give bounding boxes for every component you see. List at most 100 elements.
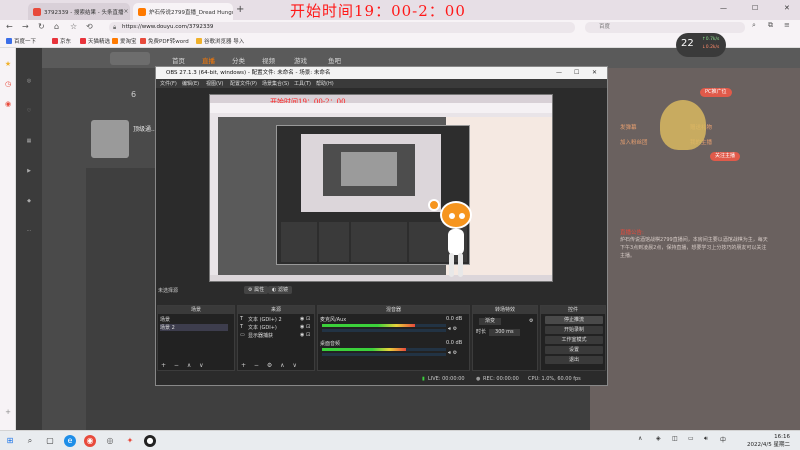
obs-icon[interactable]: ● (144, 435, 156, 447)
nav-video[interactable]: 视频 (262, 55, 275, 65)
reload-icon[interactable]: ↻ (38, 22, 45, 31)
tab-search-results[interactable]: 3792339 - 搜索结果 - 头条直播 × (28, 3, 130, 20)
streamer-name[interactable]: 顶级通... (133, 124, 157, 133)
tab-douyu-stream[interactable]: 炉石传说2799直播_Dread Hungu... × (133, 3, 233, 20)
desktop-volume-slider[interactable] (322, 353, 446, 356)
nav-more-icon[interactable]: ⋯ (19, 228, 39, 248)
browser-icon[interactable]: ✦ (124, 435, 136, 447)
desktop-mute-icon[interactable]: 🔊︎ ⚙ (448, 350, 457, 356)
volume-icon[interactable]: 🔊︎ (704, 435, 708, 443)
duration-input[interactable]: 300 ms (489, 329, 520, 336)
history-icon[interactable]: ⟲ (86, 22, 93, 31)
minimize-icon[interactable]: — (556, 67, 562, 79)
bookmark-item[interactable]: 爱淘宝 (112, 37, 137, 45)
nav-follow-icon[interactable]: ♡ (19, 108, 39, 128)
chrome-icon[interactable]: ◉ (84, 435, 96, 447)
network-icon[interactable]: ▭ (688, 435, 694, 442)
nav-category[interactable]: 分类 (232, 55, 245, 65)
new-tab-button[interactable]: + (236, 4, 244, 15)
history-side-icon[interactable]: ◷ (4, 80, 12, 88)
start-recording-button[interactable]: 开始录制 (545, 326, 603, 334)
menu-edit[interactable]: 编辑(E) (182, 80, 199, 87)
menu-help[interactable]: 帮助(H) (316, 80, 334, 87)
scene-item[interactable]: 场景 (160, 316, 170, 323)
bookmark-item[interactable]: 谷歌浏览器 导入 (196, 37, 244, 45)
favorites-icon[interactable]: ★ (4, 60, 12, 68)
source-item[interactable]: 文本 (GDI+) 2 (248, 316, 282, 323)
mic-mute-icon[interactable]: 🔊︎ ⚙ (448, 326, 457, 332)
close-icon[interactable]: ✕ (592, 67, 597, 79)
visibility-eye-icon[interactable]: ◉ ⊡ (300, 316, 310, 322)
bookmark-item[interactable]: 天猫精选 (80, 37, 110, 45)
stop-streaming-button[interactable]: 停止推流 (545, 316, 603, 324)
forward-icon[interactable]: → (22, 22, 29, 31)
source-item[interactable]: 文本 (GDI+) (248, 324, 277, 331)
nav-home[interactable]: 首页 (172, 55, 185, 65)
visibility-eye-icon[interactable]: ◉ ⊡ (300, 332, 310, 338)
menu-icon[interactable]: ≡ (784, 21, 790, 29)
avatar[interactable] (91, 120, 129, 158)
start-icon[interactable]: ⊞ (4, 435, 16, 447)
menu-tools[interactable]: 工具(T) (294, 80, 311, 87)
studio-mode-button[interactable]: 工作室模式 (545, 336, 603, 344)
star-icon[interactable]: ☆ (70, 22, 77, 31)
search-input[interactable]: 百度 (585, 22, 745, 33)
filters-button[interactable]: ◐ 滤镜 (268, 286, 292, 294)
nav-category-icon[interactable]: ▦ (19, 138, 39, 158)
maximize-icon[interactable]: ☐ (752, 4, 758, 12)
maximize-icon[interactable]: ☐ (574, 67, 579, 79)
source-tools[interactable]: + − ⚙ ∧ ∨ (241, 362, 300, 369)
source-item[interactable]: 显示器捕获 (248, 332, 273, 339)
menu-scene-collection[interactable]: 场景集合(S) (262, 80, 289, 87)
close-window-icon[interactable]: ✕ (784, 4, 790, 12)
steam-icon[interactable]: ◎ (104, 435, 116, 447)
ime-icon[interactable]: 中 (720, 435, 726, 444)
weibo-icon[interactable]: ◉ (4, 100, 12, 108)
scene-item[interactable]: 场景 2 (160, 324, 229, 331)
nav-game[interactable]: 游戏 (294, 55, 307, 65)
send-danmu-label[interactable]: 发弹幕 (620, 123, 637, 131)
transition-settings-icon[interactable]: ⚙ (529, 318, 533, 324)
nav-game-icon[interactable]: ◆ (19, 198, 39, 218)
exit-button[interactable]: 退出 (545, 356, 603, 364)
tray-app-icon[interactable]: ◈ (656, 435, 661, 442)
properties-button[interactable]: ⚙ 属性 (244, 286, 269, 294)
system-clock[interactable]: 16:16 2022/4/5 星期二 (747, 433, 790, 449)
robot-eye (449, 213, 455, 219)
windows-taskbar: ⊞ ⌕ ▢ e ◉ ◎ ✦ ● ∧ ◈ ◫ ▭ 🔊︎ 中 16:16 2022/… (0, 430, 800, 450)
task-view-icon[interactable]: ▢ (44, 435, 56, 447)
extensions-icon[interactable]: ⧉ (768, 21, 773, 30)
nav-video-icon[interactable]: ▶ (19, 168, 39, 188)
scenes-dock: 场景 场景 场景 2 + − ∧ ∨ (157, 305, 235, 371)
home-icon[interactable]: ⌂ (54, 22, 59, 31)
menu-profile[interactable]: 配置文件(P) (230, 80, 257, 87)
obs-preview[interactable]: 开始时间19：00-2：00 (209, 94, 553, 282)
nav-recommend-icon[interactable]: ◎ (19, 78, 39, 98)
settings-button[interactable]: 设置 (545, 346, 603, 354)
edge-icon[interactable]: e (64, 435, 76, 447)
mic-volume-slider[interactable] (322, 329, 446, 332)
bookmark-item[interactable]: 免费PDF转word (140, 37, 189, 45)
follow-anchor-button[interactable]: 关注主播 (710, 152, 741, 161)
douyu-logo[interactable] (110, 52, 150, 65)
back-icon[interactable]: ← (6, 22, 13, 31)
close-icon[interactable]: × (123, 8, 128, 15)
minimize-icon[interactable]: — (720, 4, 727, 12)
tray-app-icon[interactable]: ◫ (672, 435, 678, 442)
menu-file[interactable]: 文件(F) (160, 80, 177, 87)
nav-live[interactable]: 直播 (202, 55, 215, 65)
bookmark-item[interactable]: 京东 (52, 37, 71, 45)
url-input[interactable]: 🔒︎ https://www.douyu.com/3792339 (109, 22, 575, 33)
menu-view[interactable]: 视图(V) (206, 80, 223, 87)
search-icon[interactable]: ⌕ (752, 21, 756, 30)
add-panel-icon[interactable]: + (4, 408, 12, 416)
scene-tools[interactable]: + − ∧ ∨ (161, 362, 207, 369)
search-icon[interactable]: ⌕ (24, 435, 36, 447)
join-fan-label[interactable]: 加入粉丝团 (620, 138, 648, 146)
transition-type-select[interactable]: 渐变 (476, 318, 502, 325)
nav-fishbar[interactable]: 鱼吧 (328, 55, 341, 65)
tray-arrow-icon[interactable]: ∧ (638, 435, 642, 442)
bookmark-item[interactable]: 百度一下 (6, 37, 36, 45)
pc-promo-badge[interactable]: PC推广位 (700, 88, 732, 97)
visibility-eye-icon[interactable]: ◉ ⊡ (300, 324, 310, 330)
